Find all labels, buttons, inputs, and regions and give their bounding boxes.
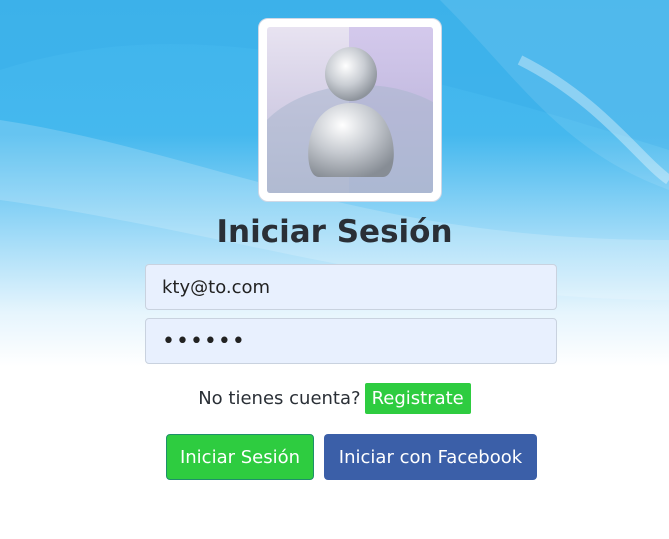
- email-field[interactable]: kty@to.com: [145, 264, 557, 310]
- email-value: kty@to.com: [162, 276, 271, 298]
- user-silhouette-icon: [267, 27, 433, 193]
- register-link[interactable]: Registrate: [364, 382, 471, 414]
- facebook-login-button[interactable]: Iniciar con Facebook: [324, 434, 537, 480]
- password-field[interactable]: ••••••: [145, 318, 557, 364]
- login-button[interactable]: Iniciar Sesión: [166, 434, 314, 480]
- avatar: [258, 18, 442, 202]
- register-row: No tienes cuenta? Registrate: [0, 381, 669, 415]
- page-title: Iniciar Sesión: [216, 214, 453, 250]
- password-value: ••••••: [162, 328, 246, 354]
- register-prompt: No tienes cuenta?: [198, 387, 361, 409]
